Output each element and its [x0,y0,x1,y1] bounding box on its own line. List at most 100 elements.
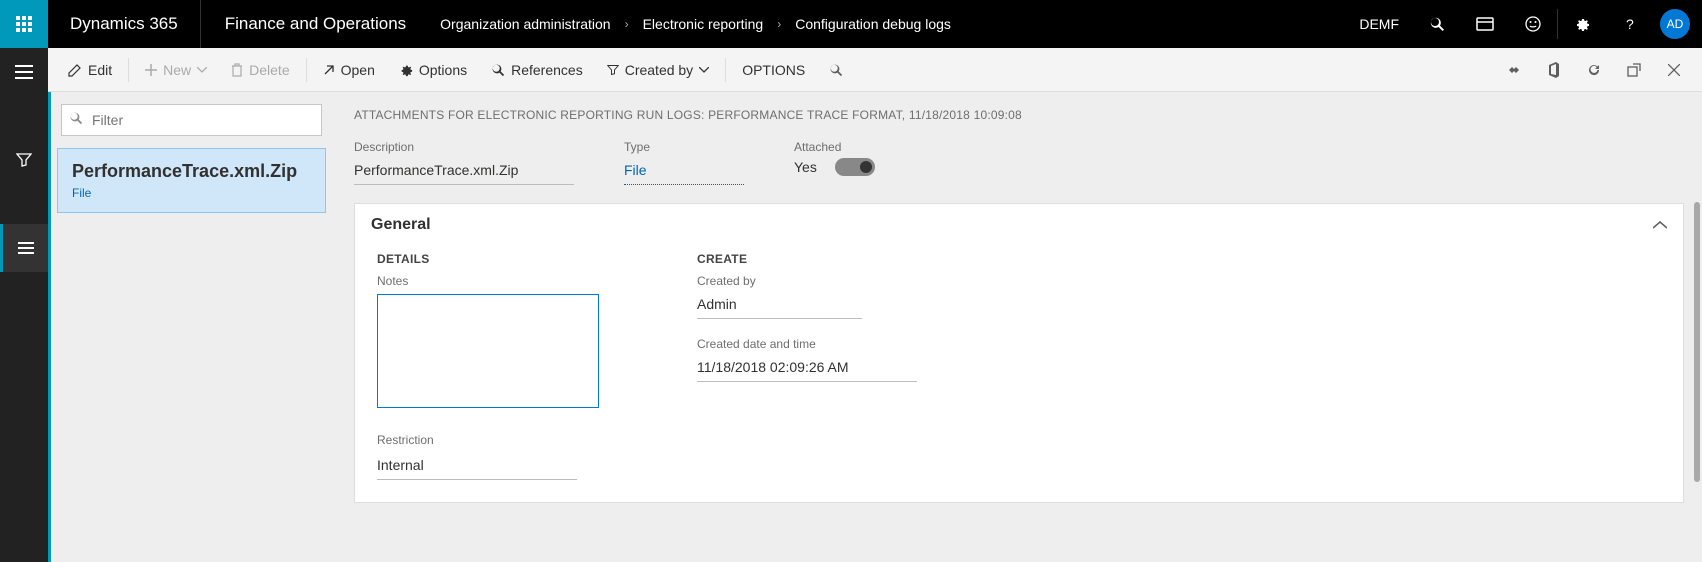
attached-toggle[interactable] [835,158,875,176]
help-button[interactable]: ? [1606,0,1654,48]
created-by-value: Admin [697,292,862,319]
scrollbar[interactable] [1694,202,1700,482]
description-value[interactable]: PerformanceTrace.xml.Zip [354,158,574,185]
general-title: General [371,216,431,234]
type-value[interactable]: File [624,158,744,185]
office-icon [1547,62,1561,78]
search-icon [829,63,843,77]
attached-label: Attached [794,140,875,154]
edit-label: Edit [88,62,112,78]
options-label: Options [419,62,467,78]
description-label: Description [354,140,574,154]
created-datetime-value: 11/18/2018 02:09:26 AM [697,355,917,382]
gear-icon [399,63,413,77]
refresh-icon [1586,62,1602,78]
options-button[interactable]: Options [387,48,479,92]
chevron-down-icon [699,67,709,73]
created-by-label: Created by [697,274,977,288]
help-icon: ? [1622,16,1638,32]
created-datetime-label: Created date and time [697,337,977,351]
search-icon [69,111,83,125]
breadcrumb-item[interactable]: Configuration debug logs [795,16,951,32]
list-icon [18,242,34,254]
references-label: References [511,62,583,78]
list-item-title: PerformanceTrace.xml.Zip [72,161,311,182]
messages-button[interactable] [1461,0,1509,48]
settings-button[interactable] [1558,0,1606,48]
open-label: Open [341,62,375,78]
actionbar-search[interactable] [817,48,855,92]
open-button[interactable]: Open [311,48,387,92]
attached-value: Yes [794,159,817,175]
nav-filter-button[interactable] [0,136,48,184]
search-icon [1429,16,1445,32]
breadcrumb-item[interactable]: Organization administration [440,16,610,32]
close-button[interactable] [1654,48,1694,92]
left-nav-rail [0,48,48,562]
close-icon [1668,64,1680,76]
search-icon [491,63,505,77]
chevron-right-icon: › [771,17,787,31]
references-button[interactable]: References [479,48,595,92]
message-icon [1476,16,1494,32]
feedback-button[interactable] [1509,0,1557,48]
notes-input[interactable] [377,294,599,408]
company-code[interactable]: DEMF [1345,16,1413,32]
chevron-right-icon: › [619,17,635,31]
page-title: ATTACHMENTS FOR ELECTRONIC REPORTING RUN… [354,108,1684,122]
list-item[interactable]: PerformanceTrace.xml.Zip File [57,148,326,213]
created-by-filter[interactable]: Created by [595,48,721,92]
search-button[interactable] [1413,0,1461,48]
chevron-down-icon [197,67,207,73]
office-button[interactable] [1534,48,1574,92]
waffle-icon [16,16,32,32]
funnel-icon [607,64,619,76]
funnel-icon [16,152,32,168]
create-section-title: CREATE [697,252,977,266]
connector-button[interactable] [1494,48,1534,92]
created-by-label: Created by [625,62,693,78]
nav-list-button[interactable] [0,224,48,272]
list-item-subtitle: File [72,186,311,200]
list-pane: PerformanceTrace.xml.Zip File [48,92,336,562]
notes-label: Notes [377,274,637,288]
general-header[interactable]: General [355,204,1683,246]
filter-input[interactable] [61,104,322,136]
arrow-up-right-icon [323,64,335,76]
general-card: General DETAILS Notes Restriction Intern… [354,203,1684,503]
popout-button[interactable] [1614,48,1654,92]
delete-label: Delete [249,62,289,78]
link-icon [1506,65,1522,75]
app-launcher-button[interactable] [0,0,48,48]
restriction-value[interactable]: Internal [377,453,577,480]
options-tab-label: OPTIONS [742,62,805,78]
refresh-button[interactable] [1574,48,1614,92]
detail-pane: ATTACHMENTS FOR ELECTRONIC REPORTING RUN… [336,92,1702,562]
brand-name[interactable]: Dynamics 365 [48,0,201,48]
top-right-controls: DEMF ? AD [1345,0,1702,48]
restriction-label: Restriction [377,433,637,447]
svg-text:?: ? [1626,16,1634,32]
chevron-up-icon [1653,221,1667,229]
new-label: New [163,62,191,78]
new-button[interactable]: New [133,48,219,92]
hamburger-icon [15,65,33,79]
top-bar: Dynamics 365 Finance and Operations Orga… [0,0,1702,48]
options-tab[interactable]: OPTIONS [730,48,817,92]
breadcrumb-item[interactable]: Electronic reporting [643,16,764,32]
details-section-title: DETAILS [377,252,637,266]
smile-icon [1525,16,1541,32]
module-name[interactable]: Finance and Operations [201,0,430,48]
popout-icon [1627,63,1641,77]
type-label: Type [624,140,744,154]
action-bar: Edit New Delete Open Options [48,48,1702,92]
trash-icon [231,63,243,77]
delete-button[interactable]: Delete [219,48,301,92]
pencil-icon [68,63,82,77]
breadcrumb: Organization administration › Electronic… [430,16,1345,32]
nav-expand-button[interactable] [0,48,48,96]
avatar[interactable]: AD [1660,9,1690,39]
gear-icon [1574,16,1590,32]
edit-button[interactable]: Edit [56,48,124,92]
plus-icon [145,64,157,76]
